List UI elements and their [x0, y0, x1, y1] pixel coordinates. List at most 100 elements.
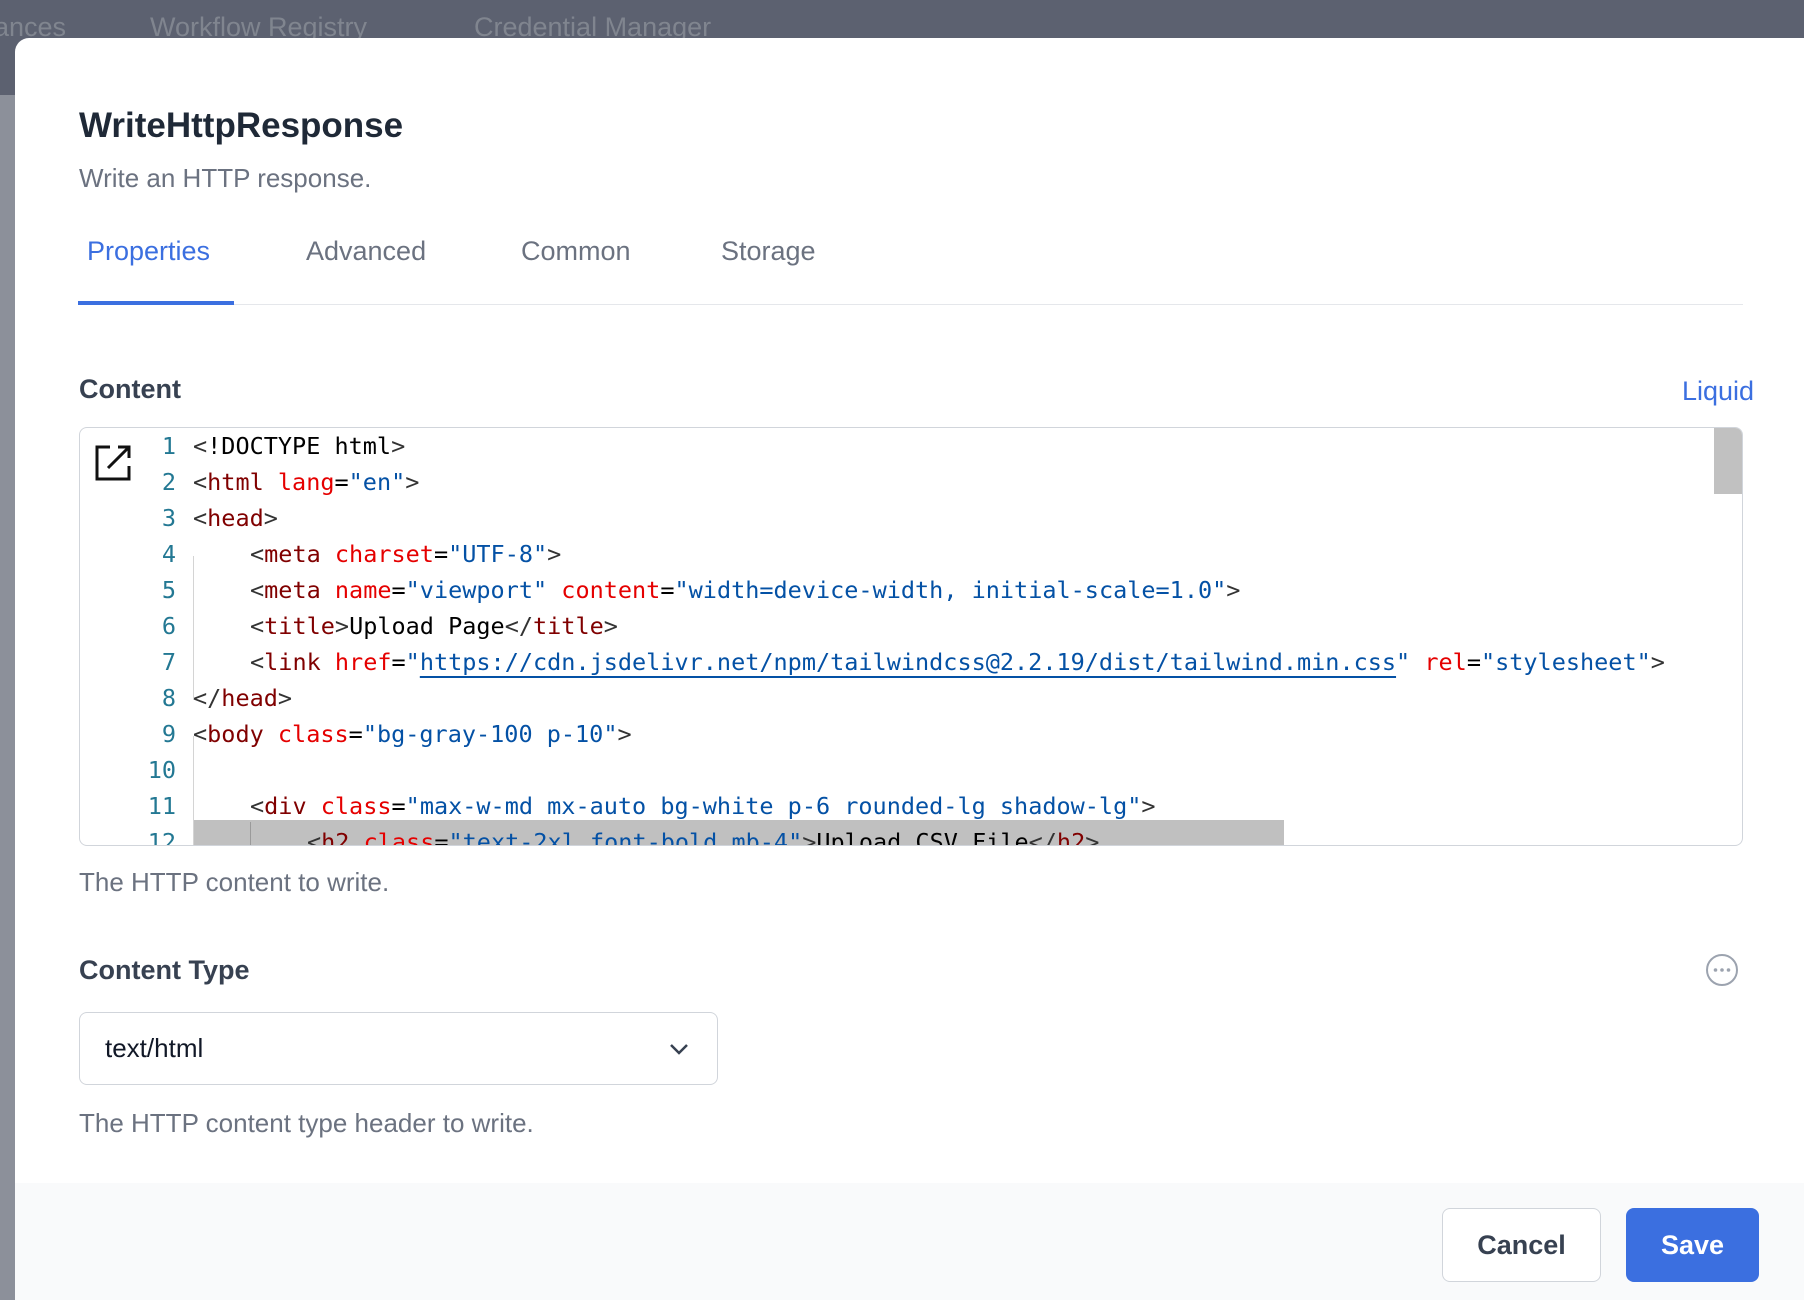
code-token-tag: title — [264, 612, 335, 640]
code-token-attr: content — [561, 576, 661, 604]
code-token-punct: > — [603, 612, 618, 640]
code-text: <!DOCTYPE html> — [193, 428, 405, 464]
code-text: <meta name="viewport" content="width=dev… — [250, 572, 1240, 608]
code-token-text: !DOCTYPE html — [207, 432, 392, 460]
chevron-down-icon — [670, 1044, 688, 1055]
code-token-val: " — [405, 648, 420, 676]
modal-title: WriteHttpResponse — [79, 106, 404, 145]
code-token-text: = — [1466, 648, 1481, 676]
code-token-val: " — [1396, 648, 1411, 676]
line-number: 3 — [161, 504, 176, 532]
line-number: 5 — [161, 576, 176, 604]
code-text: <div class="max-w-md mx-auto bg-white p-… — [250, 788, 1156, 824]
code-token-text: Upload Page — [349, 612, 505, 640]
code-token-punct: </ — [1028, 828, 1057, 846]
code-token-punct: < — [250, 792, 265, 820]
code-token-text: = — [348, 720, 363, 748]
content-type-help-text: The HTTP content type header to write. — [79, 1108, 534, 1138]
code-token-punct: > — [617, 720, 632, 748]
code-token-text: = — [334, 468, 349, 496]
tab-common[interactable]: Common — [521, 236, 631, 267]
line-number: 6 — [161, 612, 176, 640]
code-token-tag: meta — [264, 540, 321, 568]
tab-storage[interactable]: Storage — [721, 236, 816, 267]
code-line: 7 <link href="https://cdn.jsdelivr.net/np… — [80, 644, 1710, 680]
content-type-value: text/html — [105, 1033, 204, 1063]
code-token-tag: h2 — [1056, 828, 1086, 846]
content-type-select[interactable]: text/html — [79, 1012, 718, 1085]
code-token-attr: class — [320, 792, 392, 820]
code-line: 3 <head> — [80, 500, 1710, 536]
syntax-liquid-link[interactable]: Liquid — [1682, 376, 1754, 407]
code-token-punct: < — [250, 648, 265, 676]
code-text: </head> — [193, 680, 292, 716]
code-token-tag: div — [264, 792, 307, 820]
line-number: 10 — [147, 756, 176, 784]
code-token-attr: href — [334, 648, 392, 676]
code-token-punct: < — [193, 720, 208, 748]
code-token-punct: > — [1085, 828, 1100, 846]
active-tab-indicator — [78, 301, 234, 305]
code-token-tag: head — [207, 504, 264, 532]
external-open-icon[interactable] — [94, 444, 132, 482]
tab-properties[interactable]: Properties — [87, 236, 210, 267]
ellipsis-circle-icon[interactable] — [1705, 953, 1739, 987]
code-token-punct: > — [405, 468, 420, 496]
code-token-punct: < — [250, 612, 265, 640]
code-text: <title>Upload Page</title> — [250, 608, 618, 644]
code-token-val: "viewport" — [405, 576, 548, 604]
line-number: 7 — [161, 648, 176, 676]
line-number: 9 — [161, 720, 176, 748]
activity-properties-modal: WriteHttpResponse Write an HTTP response… — [15, 38, 1804, 1300]
code-token-punct: < — [193, 504, 208, 532]
code-text: <h2 class="text-2xl font-bold mb-4">Uplo… — [307, 824, 1100, 846]
code-token-punct: > — [1141, 792, 1156, 820]
code-token-punct: < — [307, 828, 322, 846]
code-token-val: "text-2xl font-bold mb-4" — [448, 828, 803, 846]
code-token-punct: < — [193, 468, 208, 496]
code-text: <body class="bg-gray-100 p-10"> — [193, 716, 632, 752]
save-button[interactable]: Save — [1626, 1208, 1759, 1282]
code-token-punct: < — [193, 432, 208, 460]
code-line: 12 <h2 class="text-2xl font-bold mb-4">Up… — [80, 824, 1710, 846]
editor-scrollbar[interactable] — [1714, 428, 1742, 494]
tabs-divider — [79, 304, 1743, 305]
code-token-attr: class — [277, 720, 349, 748]
code-line: 6 <title>Upload Page</title> — [80, 608, 1710, 644]
code-token-punct: < — [250, 540, 265, 568]
background-sidebar — [0, 95, 15, 1300]
cancel-button[interactable]: Cancel — [1442, 1208, 1601, 1282]
code-token-punct: > — [802, 828, 817, 846]
line-number: 4 — [161, 540, 176, 568]
tab-advanced[interactable]: Advanced — [306, 236, 426, 267]
code-token-text: = — [391, 648, 406, 676]
code-token-attr: charset — [334, 540, 434, 568]
code-token-text: = — [433, 540, 449, 568]
code-token-tag: link — [264, 648, 321, 676]
content-help-text: The HTTP content to write. — [79, 867, 390, 897]
code-token-text: = — [391, 792, 406, 820]
code-text: <meta charset="UTF-8"> — [250, 536, 561, 572]
code-token-punct: > — [391, 432, 406, 460]
line-number: 12 — [147, 828, 176, 846]
code-line: 2 <html lang="en"> — [80, 464, 1710, 500]
code-text: <head> — [193, 500, 278, 536]
code-line: 1 <!DOCTYPE html> — [80, 428, 1710, 464]
code-token-punct: > — [263, 504, 278, 532]
code-line: 8 </head> — [80, 680, 1710, 716]
code-line: 9 <body class="bg-gray-100 p-10"> — [80, 716, 1710, 752]
code-token-punct: > — [1650, 648, 1665, 676]
content-type-label: Content Type — [79, 955, 250, 985]
code-token-text: = — [391, 576, 406, 604]
code-editor[interactable]: 1 <!DOCTYPE html> 2 <html lang="en"> 3 <head>… — [79, 427, 1743, 846]
code-token-link[interactable]: https://cdn.jsdelivr.net/npm/tailwindcss… — [420, 648, 1396, 676]
code-token-punct: > — [547, 540, 562, 568]
code-line: 10 — [80, 752, 1710, 788]
code-token-punct: > — [334, 612, 350, 640]
code-text: <link href="https://cdn.jsdelivr.net/npm… — [250, 644, 1665, 680]
